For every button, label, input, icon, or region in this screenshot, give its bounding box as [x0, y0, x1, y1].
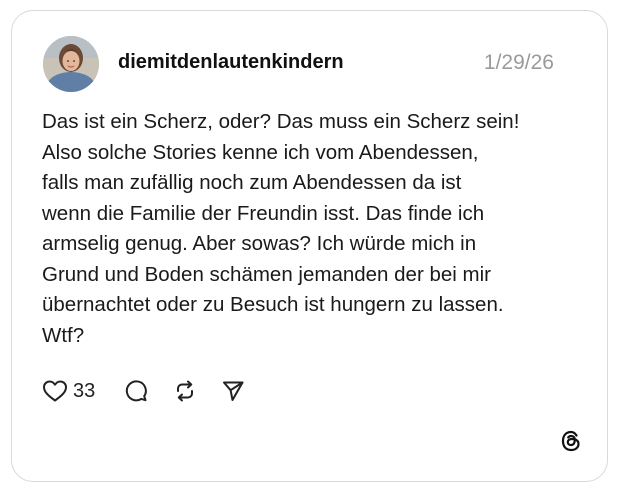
share-button[interactable]	[221, 379, 245, 403]
post-text-line: Das ist ein Scherz, oder? Das muss ein S…	[42, 110, 520, 133]
post-card: diemitdenlautenkindern 1/29/26 Das ist e…	[11, 10, 608, 482]
repost-icon	[177, 380, 194, 402]
avatar-image	[43, 36, 99, 92]
post-text-line: falls man zufällig noch zum Abendessen d…	[42, 171, 462, 194]
post-date: 1/29/26	[483, 51, 554, 74]
post-text-line: Also solche Stories kenne ich vom Abende…	[42, 140, 479, 164]
post-text-line: Grund und Boden schämen jemanden der bei…	[42, 262, 491, 286]
threads-logo-svg	[561, 430, 580, 452]
like-button[interactable]: 33	[42, 379, 95, 403]
threads-logo-icon[interactable]	[559, 429, 583, 453]
comment-button[interactable]	[124, 379, 148, 403]
post-text: Das ist ein Scherz, oder? Das muss ein S…	[42, 107, 582, 351]
comment-icon	[126, 380, 148, 402]
post-text-line: übernachtet oder zu Besuch ist hungern z…	[42, 293, 504, 316]
share-icon	[223, 381, 244, 401]
heart-icon	[43, 380, 67, 402]
post-text-line: Wtf?	[42, 323, 85, 347]
post-text-line: armselig genug. Aber sowas? Ich würde mi…	[42, 232, 477, 255]
action-bar: 33	[42, 377, 245, 405]
avatar[interactable]	[43, 36, 99, 92]
username[interactable]: diemitdenlautenkindern	[118, 51, 344, 74]
repost-button[interactable]	[173, 379, 197, 403]
like-count: 33	[73, 379, 96, 402]
post-text-line: wenn die Familie der Freundin isst. Das …	[42, 201, 485, 225]
